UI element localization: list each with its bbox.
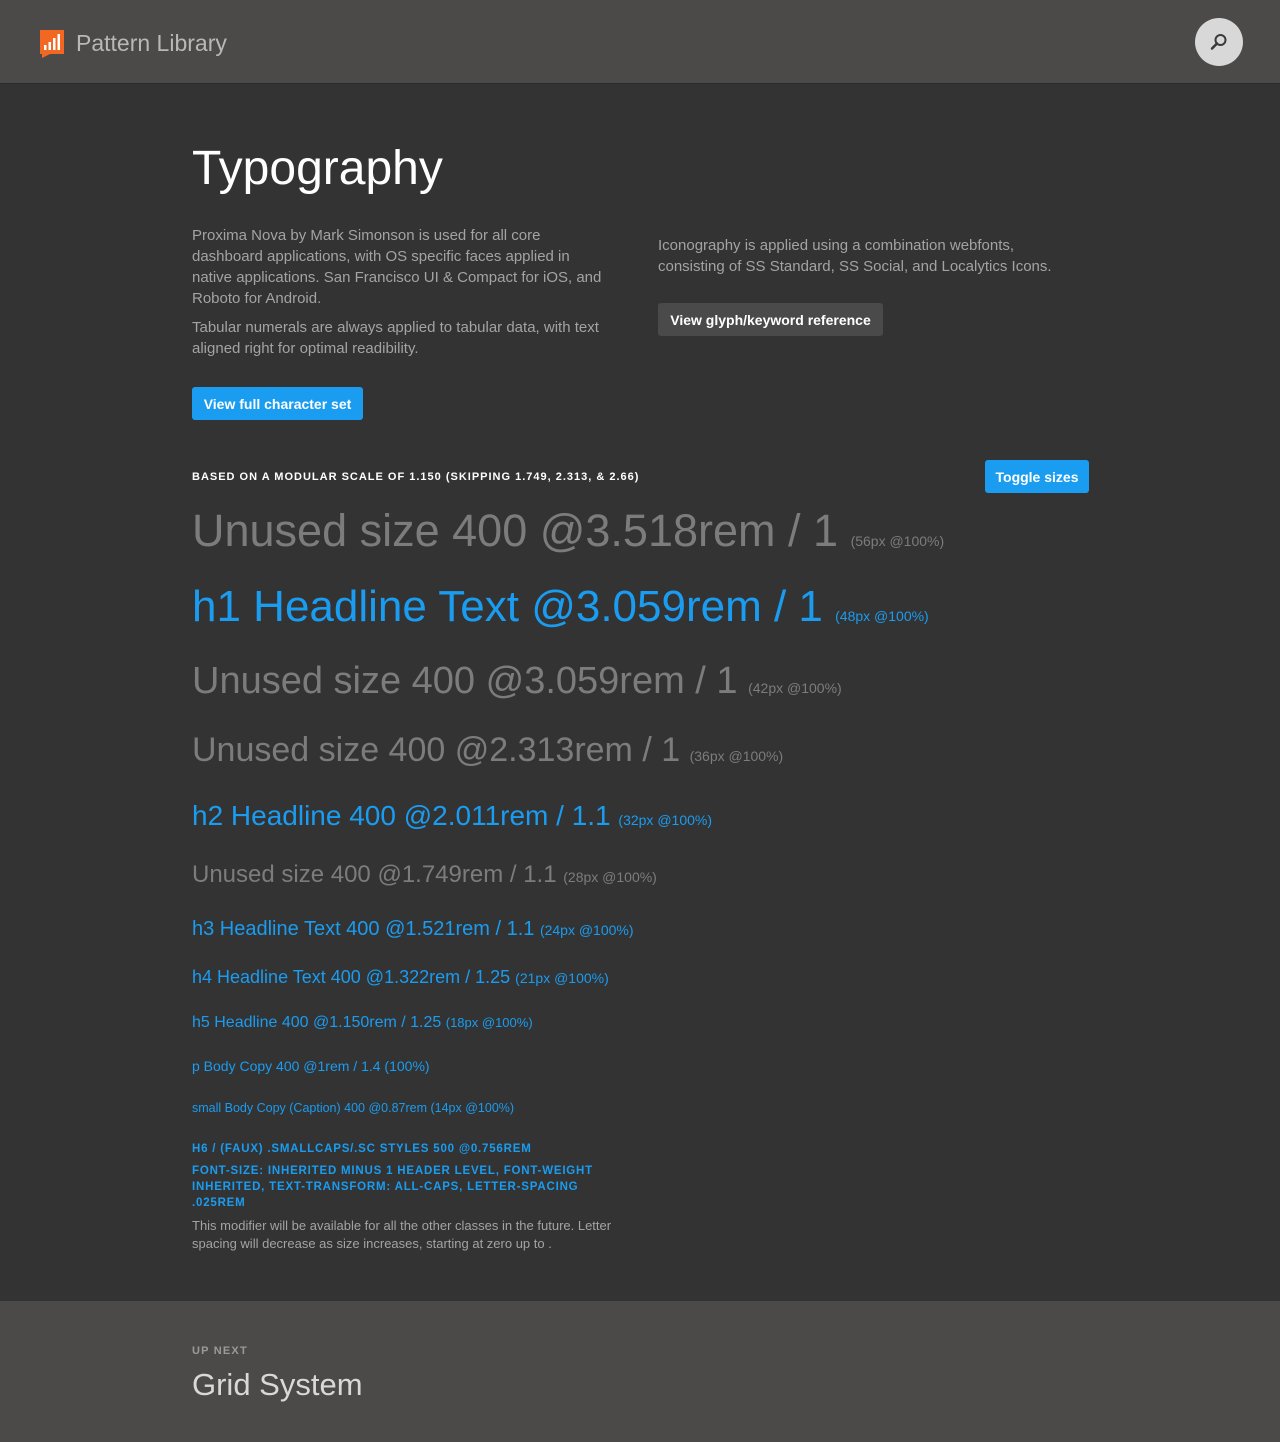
top-bar: Pattern Library (0, 0, 1280, 84)
up-next-title-link[interactable]: Grid System (192, 1367, 363, 1403)
intro-font-paragraph: Proxima Nova by Mark Simonson is used fo… (192, 227, 602, 307)
page-title: Typography (192, 142, 443, 195)
sample-text: h5 Headline 400 @1.150rem / 1.25 (192, 1014, 442, 1031)
sample-size-note: (24px @100%) (539, 922, 634, 938)
view-character-set-button[interactable]: View full character set (192, 387, 363, 420)
type-sample-42px: Unused size 400 @3.059rem / 1 (42px @100… (192, 658, 842, 711)
type-sample-28px: Unused size 400 @1.749rem / 1.1 (28px @1… (192, 859, 657, 893)
sample-text: h4 Headline Text 400 @1.322rem / 1.25 (192, 967, 511, 987)
type-sample-56px: Unused size 400 @3.518rem / 1 (56px @100… (192, 505, 944, 567)
view-glyph-reference-button[interactable]: View glyph/keyword reference (658, 303, 883, 336)
sample-text: p Body Copy 400 @1rem / 1.4 (100%) (192, 1058, 430, 1074)
type-sample-h2: h2 Headline 400 @2.011rem / 1.1 (32px @1… (192, 798, 712, 838)
localytics-logo-icon[interactable] (40, 30, 64, 58)
up-next-footer[interactable]: UP NEXT Grid System (0, 1301, 1280, 1442)
search-icon (1210, 34, 1227, 50)
sample-text: h1 Headline Text @3.059rem / 1 (192, 582, 823, 631)
sample-text: small Body Copy (Caption) 400 @0.87rem (… (192, 1101, 515, 1115)
type-sample-h4: h4 Headline Text 400 @1.322rem / 1.25 (2… (192, 964, 609, 991)
modifier-note: This modifier will be available for all … (192, 1218, 612, 1251)
sample-size-note: (32px @100%) (618, 812, 712, 828)
up-next-label: UP NEXT (192, 1345, 248, 1357)
sample-size-note: (18px @100%) (445, 1015, 533, 1030)
search-button[interactable] (1195, 18, 1243, 66)
type-sample-h1: h1 Headline Text @3.059rem / 1 (48px @10… (192, 581, 929, 642)
intro-numerals-paragraph: Tabular numerals are always applied to t… (192, 319, 599, 357)
modular-scale-heading: BASED ON A MODULAR SCALE OF 1.150 (SKIPP… (192, 471, 640, 483)
sample-text: h2 Headline 400 @2.011rem / 1.1 (192, 800, 611, 831)
type-sample-small: small Body Copy (Caption) 400 @0.87rem (… (192, 1099, 514, 1117)
smallcaps-sample-title: H6 / (FAUX) .SMALLCAPS/.SC STYLES 500 @0… (192, 1143, 532, 1155)
toggle-sizes-button[interactable]: Toggle sizes (985, 460, 1089, 493)
type-sample-h5: h5 Headline 400 @1.150rem / 1.25 (18px @… (192, 1012, 533, 1034)
sample-size-note: (48px @100%) (835, 608, 929, 624)
sample-text: Unused size 400 @3.059rem / 1 (192, 660, 738, 702)
type-sample-36px: Unused size 400 @2.313rem / 1 (36px @100… (192, 730, 783, 776)
type-sample-p: p Body Copy 400 @1rem / 1.4 (100%) (192, 1056, 430, 1076)
sample-size-note: (36px @100%) (689, 748, 784, 764)
sample-text: Unused size 400 @3.518rem / 1 (192, 505, 839, 556)
sample-size-note: (42px @100%) (748, 680, 842, 696)
sample-size-note: (56px @100%) (850, 533, 945, 549)
sample-text: Unused size 400 @1.749rem / 1.1 (192, 861, 557, 888)
sample-text: h3 Headline Text 400 @1.521rem / 1.1 (192, 918, 535, 940)
sample-size-note: (28px @100%) (563, 869, 657, 885)
sample-text: Unused size 400 @2.313rem / 1 (192, 731, 681, 769)
sample-size-note: (21px @100%) (515, 970, 609, 986)
app-title[interactable]: Pattern Library (76, 29, 227, 57)
iconography-paragraph: Iconography is applied using a combinati… (658, 237, 1052, 275)
type-sample-h3: h3 Headline Text 400 @1.521rem / 1.1 (24… (192, 915, 634, 944)
smallcaps-sample-description: FONT-SIZE: INHERITED MINUS 1 HEADER LEVE… (192, 1165, 593, 1209)
